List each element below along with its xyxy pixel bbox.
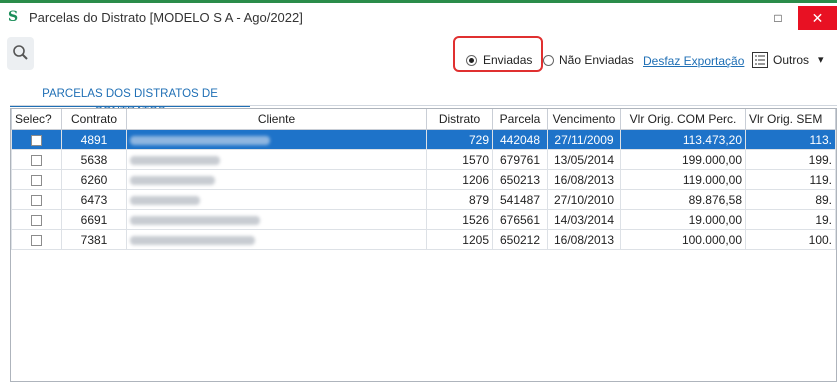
contract-cell: 6260 [61,169,127,190]
grid-header-row: Selec? Contrato Cliente Distrato Parcela… [11,109,836,130]
radio-not-sent[interactable] [543,55,554,66]
value-with-cell: 199.000,00 [620,149,746,170]
col-header-value-with[interactable]: Vlr Orig. COM Perc. [620,109,746,130]
col-header-installment[interactable]: Parcela [492,109,548,130]
installments-grid[interactable]: Selec? Contrato Cliente Distrato Parcela… [10,108,837,382]
client-cell [126,209,427,230]
contract-cell: 5638 [61,149,127,170]
row-checkbox[interactable] [31,234,42,246]
radio-not-sent-label[interactable]: Não Enviadas [559,53,634,67]
installment-cell: 650212 [492,229,548,250]
row-checkbox[interactable] [31,174,42,186]
table-row[interactable]: 7381 1205 650212 16/08/2013 100.000,00 1… [11,229,836,250]
distrato-cell: 1206 [426,169,493,190]
redacted-client-name [130,215,260,225]
select-cell[interactable] [11,229,62,250]
search-icon [13,45,28,60]
radio-sent[interactable] [466,55,477,66]
value-with-cell: 119.000,00 [620,169,746,190]
col-header-contract[interactable]: Contrato [61,109,127,130]
title-bar: S Parcelas do Distrato [MODELO S A - Ago… [0,3,837,31]
chevron-down-icon: ▾ [818,54,824,66]
contract-cell: 7381 [61,229,127,250]
value-without-cell: 19. [745,209,836,230]
redacted-client-name [130,195,200,205]
select-cell[interactable] [11,209,62,230]
distrato-cell: 1570 [426,149,493,170]
installment-cell: 676561 [492,209,548,230]
client-cell [126,169,427,190]
installments-table: Selec? Contrato Cliente Distrato Parcela… [11,109,836,250]
value-with-cell: 113.473,20 [620,129,746,150]
client-cell [126,189,427,210]
select-cell[interactable] [11,129,62,150]
row-checkbox[interactable] [31,154,42,166]
value-without-cell: 100. [745,229,836,250]
due-date-cell: 13/05/2014 [547,149,621,170]
redacted-client-name [130,135,270,145]
due-date-cell: 14/03/2014 [547,209,621,230]
installment-cell: 679761 [492,149,548,170]
client-cell [126,149,427,170]
due-date-cell: 16/08/2013 [547,229,621,250]
select-cell[interactable] [11,169,62,190]
installment-cell: 442048 [492,129,548,150]
distrato-cell: 729 [426,129,493,150]
col-header-client[interactable]: Cliente [126,109,427,130]
tab-parcelas-distratos[interactable]: PARCELAS DOS DISTRATOS DE CONTRATOS [10,85,250,118]
installment-cell: 650213 [492,169,548,190]
installment-cell: 541487 [492,189,548,210]
select-cell[interactable] [11,189,62,210]
radio-sent-label[interactable]: Enviadas [483,53,532,67]
row-checkbox[interactable] [31,194,42,206]
due-date-cell: 27/11/2009 [547,129,621,150]
value-with-cell: 19.000,00 [620,209,746,230]
others-label: Outros [773,53,810,67]
row-checkbox[interactable] [31,134,42,146]
search-button[interactable] [7,37,34,70]
value-with-cell: 100.000,00 [620,229,746,250]
col-header-value-without[interactable]: Vlr Orig. SEM [745,109,836,130]
col-header-due-date[interactable]: Vencimento [547,109,621,130]
value-without-cell: 119. [745,169,836,190]
client-cell [126,129,427,150]
select-cell[interactable] [11,149,62,170]
undo-export-link[interactable]: Desfaz Exportação [643,54,744,68]
tab-divider [10,105,837,106]
contract-cell: 6691 [61,209,127,230]
redacted-client-name [130,235,255,245]
col-header-distrato[interactable]: Distrato [426,109,493,130]
value-without-cell: 89. [745,189,836,210]
distrato-cell: 1526 [426,209,493,230]
client-cell [126,229,427,250]
contract-cell: 6473 [61,189,127,210]
due-date-cell: 27/10/2010 [547,189,621,210]
distrato-cell: 1205 [426,229,493,250]
table-row[interactable]: 6473 879 541487 27/10/2010 89.876,58 89. [11,189,836,210]
table-row[interactable]: 6260 1206 650213 16/08/2013 119.000,00 1… [11,169,836,190]
others-menu-button[interactable]: Outros ▾ [752,51,832,69]
value-without-cell: 199. [745,149,836,170]
redacted-client-name [130,155,220,165]
close-button[interactable]: ✕ [798,6,837,30]
due-date-cell: 16/08/2013 [547,169,621,190]
value-without-cell: 113. [745,129,836,150]
distrato-cell: 879 [426,189,493,210]
maximize-button[interactable]: □ [764,6,792,30]
row-checkbox[interactable] [31,214,42,226]
value-with-cell: 89.876,58 [620,189,746,210]
table-row[interactable]: 6691 1526 676561 14/03/2014 19.000,00 19… [11,209,836,230]
table-row[interactable]: 5638 1570 679761 13/05/2014 199.000,00 1… [11,149,836,170]
col-header-select[interactable]: Selec? [11,109,62,130]
list-icon [752,52,768,68]
table-row[interactable]: 4891 729 442048 27/11/2009 113.473,20 11… [11,129,836,150]
redacted-client-name [130,175,215,185]
contract-cell: 4891 [61,129,127,150]
window-title: Parcelas do Distrato [MODELO S A - Ago/2… [29,10,303,25]
s-logo-icon: S [8,9,19,25]
